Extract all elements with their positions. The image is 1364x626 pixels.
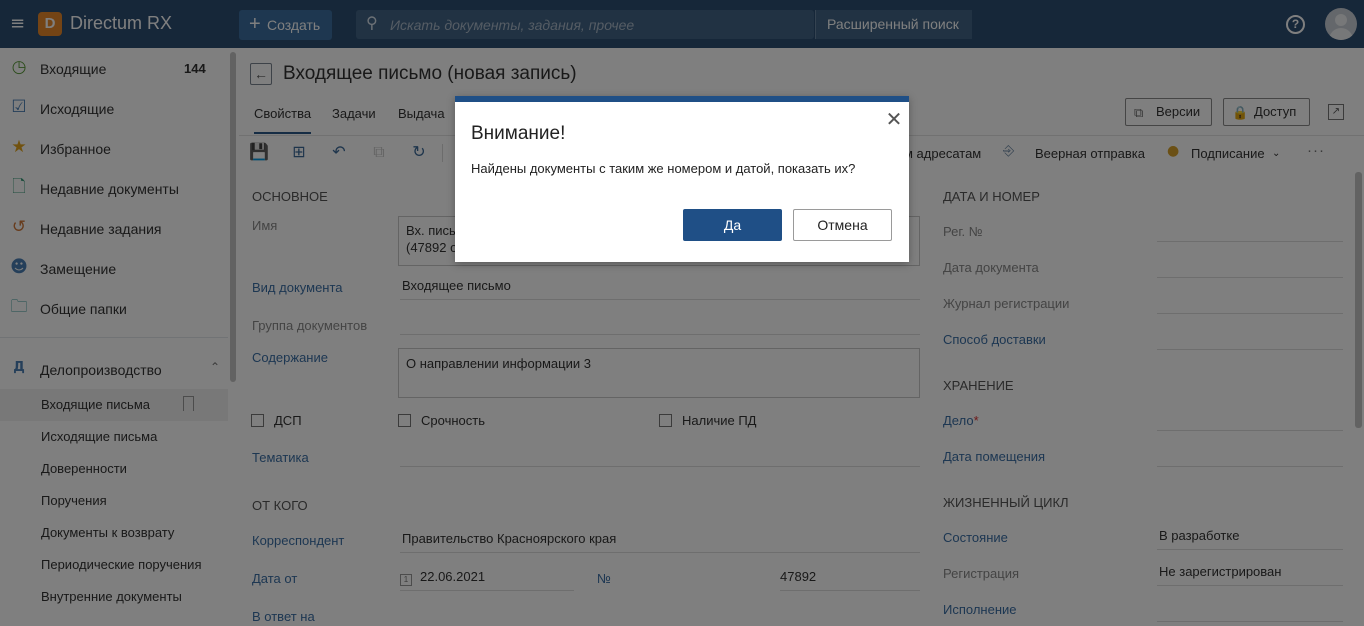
warning-dialog: Внимание! ✕ Найдены документы с таким же… xyxy=(455,96,909,262)
close-icon[interactable]: ✕ xyxy=(883,108,905,130)
cancel-button[interactable]: Отмена xyxy=(793,209,892,241)
modal-overlay xyxy=(0,0,1364,626)
dialog-title: Внимание! xyxy=(471,123,566,144)
dialog-message: Найдены документы с таким же номером и д… xyxy=(471,161,856,176)
yes-button[interactable]: Да xyxy=(683,209,782,241)
